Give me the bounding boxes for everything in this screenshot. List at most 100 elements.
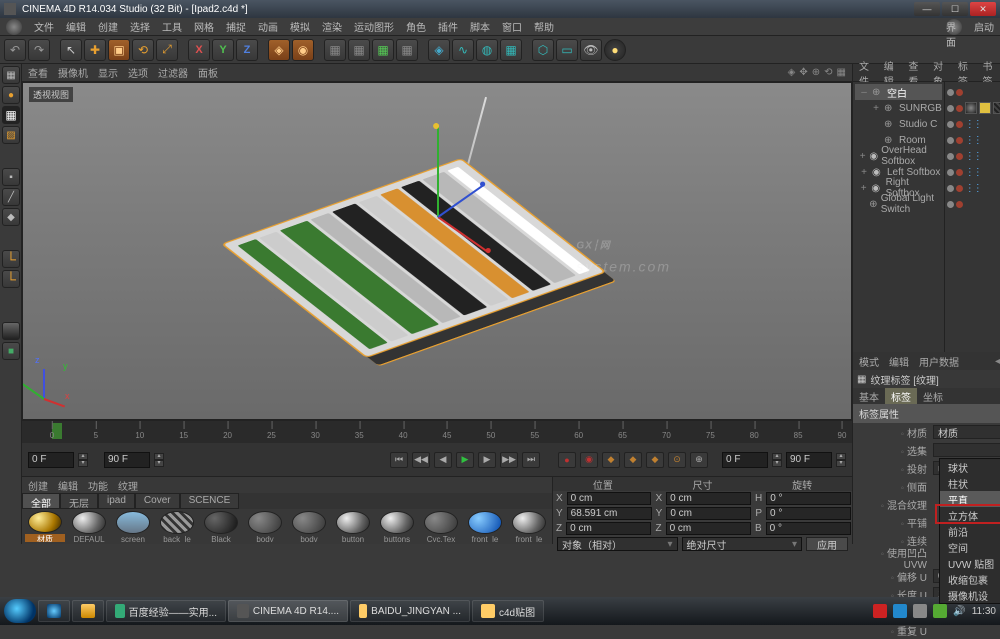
menu-simulate[interactable]: 模拟: [290, 19, 310, 34]
material-item[interactable]: screen: [112, 511, 154, 542]
texture-mode-button[interactable]: [2, 106, 20, 124]
vp-nav2-icon[interactable]: ✥: [799, 67, 807, 78]
mat-menu-edit[interactable]: 编辑: [58, 478, 78, 493]
coord-mode-select[interactable]: 对象（相对）: [557, 537, 678, 551]
taskbar-item-baidu[interactable]: 百度经验——实用...: [106, 600, 226, 622]
material-item[interactable]: front_le: [508, 511, 550, 542]
visibility-dot[interactable]: [947, 153, 954, 160]
viewport[interactable]: 透视视图 GX┆网 system.com zyx: [22, 82, 852, 420]
vp-nav4-icon[interactable]: ⟲: [824, 67, 832, 78]
end-frame-field[interactable]: 90 F: [104, 452, 150, 468]
menu-mesh[interactable]: 网格: [194, 19, 214, 34]
next-key-button[interactable]: ▶▶: [500, 452, 518, 468]
axis-x-toggle[interactable]: X: [188, 39, 210, 61]
vp-menu-filter[interactable]: 过滤器: [158, 65, 188, 80]
visibility-dot[interactable]: [947, 137, 954, 144]
render-settings-button[interactable]: [396, 39, 418, 61]
tree-row[interactable]: Global Light Switch: [855, 196, 942, 212]
menu-layout-value[interactable]: 启动: [974, 19, 994, 35]
light-bulb-button[interactable]: [604, 39, 626, 61]
tag-dots-icon[interactable]: [965, 135, 981, 146]
attr-nav-back-icon[interactable]: ◀: [995, 356, 1000, 367]
coord-size-field[interactable]: 0 cm: [666, 492, 751, 505]
visibility-dot[interactable]: [947, 89, 954, 96]
dd-opt-sphere[interactable]: 球状: [940, 459, 1000, 475]
viewport-solo2-button[interactable]: [2, 342, 20, 360]
menu-create[interactable]: 创建: [98, 19, 118, 34]
render-view-button[interactable]: [324, 39, 346, 61]
key-param-button[interactable]: ⊙: [668, 452, 686, 468]
expand-icon[interactable]: +: [859, 167, 869, 178]
tag-dots-icon[interactable]: [965, 167, 981, 178]
menu-tools[interactable]: 工具: [162, 19, 182, 34]
lasttool-button[interactable]: [156, 39, 178, 61]
vp-menu-display[interactable]: 显示: [98, 65, 118, 80]
menu-mograph[interactable]: 运动图形: [354, 19, 394, 34]
projection-dropdown-menu[interactable]: 球状 柱状 平直 立方体 前沿 空间 UVW 贴图 收缩包裹 摄像机设: [939, 458, 1000, 604]
object-mode-button[interactable]: [2, 86, 20, 104]
record-button[interactable]: ●: [558, 452, 576, 468]
coord-system-button[interactable]: ◈: [268, 39, 290, 61]
attr-subtab-basic[interactable]: 基本: [853, 388, 885, 404]
material-item[interactable]: button: [332, 511, 374, 542]
add-spline-button[interactable]: ∿: [452, 39, 474, 61]
visibility-dot[interactable]: [956, 169, 963, 176]
coord-apply-button[interactable]: 应用: [806, 537, 848, 551]
key-rot-button[interactable]: ◆: [646, 452, 664, 468]
object-tree[interactable]: –空白+SUNRGBStudio CRoom+OverHead Softbox+…: [853, 82, 1000, 352]
edge-mode-button[interactable]: ╱: [2, 188, 20, 206]
menu-select[interactable]: 选择: [130, 19, 150, 34]
attr-tab-edit[interactable]: 编辑: [889, 354, 909, 369]
material-item[interactable]: front_le: [464, 511, 506, 542]
add-deformer-button[interactable]: ▦: [500, 39, 522, 61]
attr-subtab-tag[interactable]: 标签: [885, 388, 917, 404]
mat-tab-scence[interactable]: SCENCE: [180, 493, 240, 509]
goto-end-button[interactable]: ⏭: [522, 452, 540, 468]
material-item[interactable]: back_le: [156, 511, 198, 542]
dd-opt-camera[interactable]: 摄像机设: [940, 587, 1000, 603]
coord-pos-field[interactable]: 68.591 cm: [567, 507, 652, 520]
model-mode-button[interactable]: ▦: [2, 66, 20, 84]
scale-tool[interactable]: ▣: [108, 39, 130, 61]
coord-size-select[interactable]: 绝对尺寸: [682, 537, 803, 551]
select-tool[interactable]: [60, 39, 82, 61]
next-frame-button[interactable]: ▶: [478, 452, 496, 468]
redo-button[interactable]: [28, 39, 50, 61]
attr-subtab-coord[interactable]: 坐标: [917, 388, 949, 404]
coord-pos-field[interactable]: 0 cm: [567, 492, 652, 505]
expand-icon[interactable]: –: [859, 87, 869, 98]
tag-dots-icon[interactable]: [965, 119, 981, 130]
mat-menu-create[interactable]: 创建: [28, 478, 48, 493]
visibility-dot[interactable]: [956, 153, 963, 160]
visibility-dot[interactable]: [947, 121, 954, 128]
dd-opt-frontal[interactable]: 前沿: [940, 523, 1000, 539]
frame-down[interactable]: ▾: [78, 460, 88, 467]
axis2-button[interactable]: [2, 270, 20, 288]
expand-icon[interactable]: +: [859, 151, 866, 162]
poly-mode-button[interactable]: ◆: [2, 208, 20, 226]
visibility-dot[interactable]: [956, 89, 963, 96]
axis-z-toggle[interactable]: Z: [236, 39, 258, 61]
axis-button[interactable]: [2, 250, 20, 268]
dd-opt-cylinder[interactable]: 柱状: [940, 475, 1000, 491]
tray-icon-4[interactable]: [933, 604, 947, 618]
visibility-dot[interactable]: [947, 185, 954, 192]
coord-size-field[interactable]: 0 cm: [666, 507, 751, 520]
coord-size-field[interactable]: 0 cm: [666, 522, 751, 535]
tree-row[interactable]: +SUNRGB: [855, 100, 942, 116]
visibility-dot[interactable]: [947, 105, 954, 112]
menu-snap[interactable]: 捕捉: [226, 19, 246, 34]
tray-icon-3[interactable]: [913, 604, 927, 618]
dd-opt-shrink[interactable]: 收缩包裹: [940, 571, 1000, 587]
mat-tab-nolayer[interactable]: 无层: [60, 493, 98, 509]
add-generator-button[interactable]: ◍: [476, 39, 498, 61]
coord-rot-field[interactable]: 0 °: [766, 492, 851, 505]
vp-menu-camera[interactable]: 摄像机: [58, 65, 88, 80]
tree-row[interactable]: +OverHead Softbox: [855, 148, 942, 164]
visibility-dot[interactable]: [956, 105, 963, 112]
app-orb-icon[interactable]: [6, 19, 22, 35]
frame-up[interactable]: ▴: [78, 453, 88, 460]
goto-start-button[interactable]: ⏮: [390, 452, 408, 468]
vp-nav5-icon[interactable]: ▦: [837, 67, 846, 78]
vp-menu-view[interactable]: 查看: [28, 65, 48, 80]
